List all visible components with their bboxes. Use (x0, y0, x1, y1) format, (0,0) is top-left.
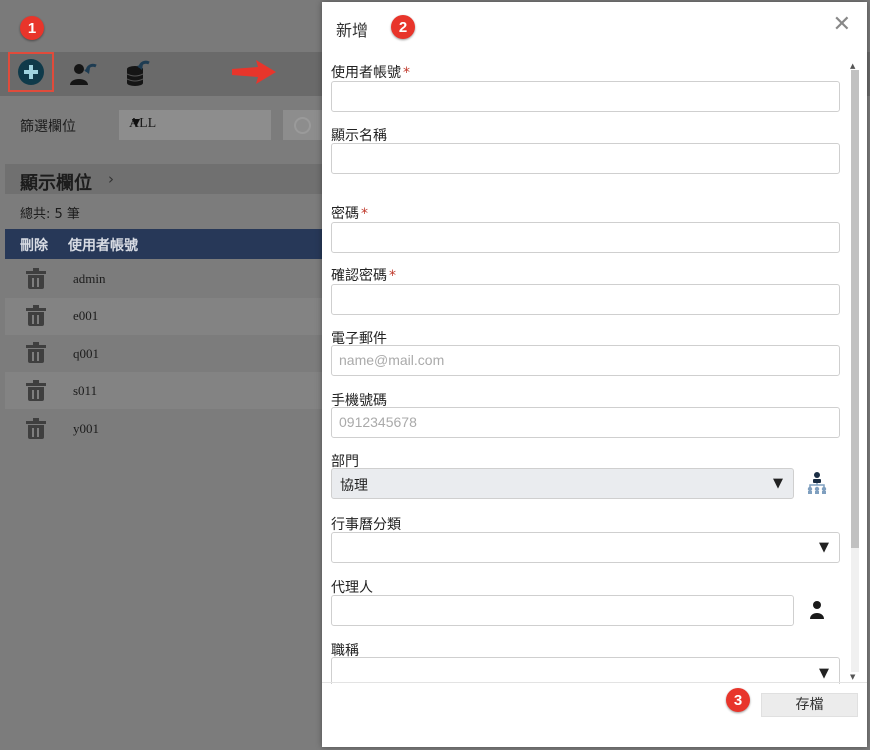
table-row (5, 261, 322, 298)
org-chart-icon[interactable] (806, 471, 828, 495)
job-title-select[interactable]: ▼ (331, 657, 840, 684)
account-label: 使用者帳號 * (331, 65, 410, 81)
chevron-down-icon: ▼ (819, 666, 829, 681)
confirm-password-label: 確認密碼 * (331, 268, 396, 284)
scrollbar[interactable]: ▲ ▼ (849, 62, 861, 681)
chevron-down-icon: ▼ (773, 476, 783, 491)
display-name-label: 顯示名稱 (331, 128, 387, 144)
trash-icon[interactable] (26, 305, 46, 327)
table-row (5, 372, 322, 409)
trash-icon[interactable] (26, 268, 46, 290)
step-marker-1: 1 (20, 16, 44, 40)
trash-icon[interactable] (26, 418, 46, 440)
dialog-title: 新增 (336, 21, 369, 40)
password-input[interactable] (331, 222, 840, 253)
agent-label: 代理人 (331, 580, 373, 596)
save-button[interactable]: 存檔 (761, 693, 858, 717)
step-marker-3: 3 (726, 688, 750, 712)
chevron-down-icon: ▼ (129, 116, 143, 131)
display-name-input[interactable] (331, 143, 840, 174)
trash-icon[interactable] (26, 342, 46, 364)
header-account: 使用者帳號 (68, 238, 138, 254)
filter-label: 篩選欄位 (20, 119, 76, 135)
header-delete: 刪除 (20, 238, 48, 254)
import-user-button[interactable] (64, 56, 104, 90)
filter-select[interactable]: ALL ▼ (119, 110, 271, 140)
scroll-down-icon[interactable]: ▼ (850, 673, 855, 681)
import-database-button[interactable] (118, 56, 158, 90)
chevron-down-icon: ▼ (819, 540, 829, 555)
table-header (5, 229, 322, 259)
database-import-icon (126, 60, 150, 86)
calendar-category-label: 行事曆分類 (331, 517, 401, 533)
cell-account: e001 (73, 308, 99, 323)
cell-account: q001 (73, 346, 99, 361)
account-input[interactable] (331, 81, 840, 112)
chevron-right-icon[interactable]: › (108, 170, 114, 188)
section-title: 顯示欄位 (20, 173, 92, 194)
confirm-password-input[interactable] (331, 284, 840, 315)
user-import-icon (70, 63, 97, 85)
mobile-input[interactable]: 0912345678 (331, 407, 840, 438)
user-icon[interactable] (809, 600, 825, 620)
cell-account: s011 (73, 383, 98, 398)
total-count: 總共: 5 筆 (20, 207, 80, 222)
plus-circle-icon (18, 59, 44, 85)
calendar-category-select[interactable]: ▼ (331, 532, 840, 563)
dialog-form: 使用者帳號 * 顯示名稱 密碼 * 確認密碼 * 電子郵件 name@mail.com… (322, 50, 867, 684)
scrollbar-thumb[interactable] (851, 70, 859, 548)
search-icon (294, 117, 311, 134)
scroll-up-icon[interactable]: ▲ (850, 62, 855, 70)
add-user-dialog: 新增 2 ✕ 使用者帳號 * 顯示名稱 密碼 * 確認密碼 * 電子郵件 name@m… (322, 2, 867, 747)
close-icon[interactable]: ✕ (833, 14, 851, 36)
department-value: 協理 (340, 478, 368, 494)
cell-account: y001 (73, 421, 99, 436)
email-input[interactable]: name@mail.com (331, 345, 840, 376)
table-row (5, 335, 322, 372)
step-marker-2: 2 (391, 15, 415, 39)
cell-account: admin (73, 271, 106, 286)
table-row (5, 409, 322, 446)
red-arrow-icon (232, 60, 276, 84)
add-button[interactable] (8, 52, 54, 92)
agent-input[interactable] (331, 595, 794, 626)
trash-icon[interactable] (26, 380, 46, 402)
department-select[interactable]: 協理 ▼ (331, 468, 794, 499)
table-row (5, 298, 322, 335)
password-label: 密碼 * (331, 206, 368, 222)
